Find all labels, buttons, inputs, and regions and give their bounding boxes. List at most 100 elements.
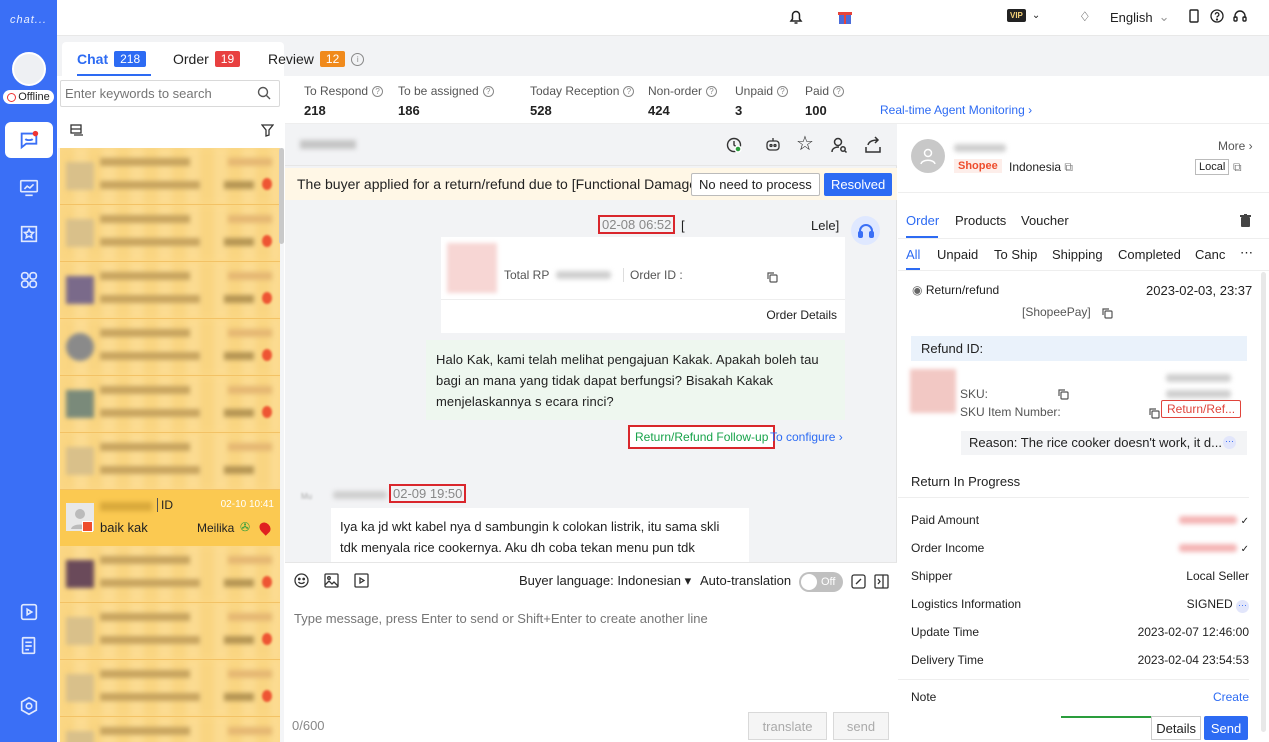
tab-order[interactable]: Order <box>906 213 939 228</box>
nav-chat-icon[interactable] <box>4 122 53 158</box>
return-tag[interactable]: Return/Ref... <box>1161 400 1242 418</box>
footer-strip <box>1061 716 1151 718</box>
vip-dropdown[interactable]: VIP ⌄ <box>1007 9 1040 22</box>
location-icon[interactable]: ♢ <box>1079 9 1091 25</box>
stat-non-order[interactable]: Non-order? 424 <box>648 84 718 118</box>
chat-list-scrollbar[interactable] <box>279 148 284 244</box>
language-dropdown[interactable]: English ⌄ <box>1110 9 1170 25</box>
stat-today-reception[interactable]: Today Reception? 528 <box>530 84 635 118</box>
nav-monitor-icon[interactable] <box>5 170 53 206</box>
nav-apps-icon[interactable] <box>5 262 53 298</box>
nav-settings-icon[interactable] <box>5 688 53 724</box>
filter-icon[interactable] <box>261 124 274 137</box>
nav-media-icon[interactable] <box>5 594 53 630</box>
timestamp-text: 02-08 06:52 <box>602 217 672 232</box>
tab-review[interactable]: Review 12 i <box>268 51 365 67</box>
configure-link[interactable]: To configure › <box>770 430 843 444</box>
chat-time: 02-10 10:41 <box>220 499 274 510</box>
user-search-icon[interactable] <box>830 136 848 157</box>
search-input[interactable] <box>60 80 280 107</box>
order-tab-shipping[interactable]: Shipping <box>1052 247 1103 262</box>
translate-button[interactable]: translate <box>748 712 827 740</box>
stat-to-respond[interactable]: To Respond? 218 <box>304 84 384 118</box>
list-item[interactable] <box>60 319 280 376</box>
order-card[interactable]: Total RP Order ID : Order Details <box>441 237 845 333</box>
check-icon: ✇ <box>240 520 251 534</box>
list-item[interactable] <box>60 148 280 205</box>
list-item[interactable] <box>60 205 280 262</box>
panel-toggle-icon[interactable] <box>874 574 889 592</box>
tab-order[interactable]: Order 19 <box>173 51 241 67</box>
auto-translation-toggle[interactable]: Off <box>799 572 843 592</box>
copy-icon[interactable] <box>1149 407 1160 422</box>
stat-paid[interactable]: Paid? 100 <box>805 84 845 118</box>
copy-icon[interactable] <box>1102 307 1113 322</box>
buyer-language-select[interactable]: Buyer language: Indonesian ▾ <box>519 573 691 589</box>
transfer-icon[interactable] <box>725 136 743 157</box>
followup-tag[interactable]: Return/Refund Follow-up <box>628 425 776 449</box>
monitoring-link-label: Real-time Agent Monitoring <box>880 103 1025 117</box>
stat-label: Paid <box>805 84 830 98</box>
no-need-to-process-button[interactable]: No need to process <box>691 173 820 196</box>
create-link[interactable]: Create <box>1213 690 1249 704</box>
status-toggle[interactable]: Offline <box>3 90 54 104</box>
order-tab-unpaid[interactable]: Unpaid <box>937 247 978 262</box>
list-item[interactable] <box>60 546 280 603</box>
more-icon[interactable]: ⋯ <box>1236 600 1249 613</box>
send-button[interactable]: send <box>833 712 889 740</box>
tab-products[interactable]: Products <box>955 213 1006 228</box>
stat-unpaid[interactable]: Unpaid? 3 <box>735 84 789 118</box>
share-icon[interactable] <box>864 136 882 157</box>
message-input[interactable] <box>294 611 888 701</box>
nav-notes-icon[interactable] <box>5 628 53 664</box>
star-icon[interactable]: ☆ <box>796 134 814 154</box>
stat-to-be-assigned[interactable]: To be assigned? 186 <box>398 84 494 118</box>
list-item[interactable] <box>60 262 280 319</box>
tab-voucher[interactable]: Voucher <box>1021 213 1069 228</box>
list-item[interactable] <box>60 717 280 742</box>
order-income-row: Order Income ✓ <box>911 541 1249 555</box>
send-order-button[interactable]: Send <box>1204 716 1248 740</box>
copy-icon[interactable] <box>767 271 778 286</box>
edit-icon[interactable] <box>851 574 866 592</box>
order-tab-cancelled[interactable]: Canc <box>1195 247 1227 262</box>
bell-icon[interactable] <box>789 9 803 25</box>
order-tab-completed[interactable]: Completed <box>1118 247 1181 262</box>
help-icon[interactable] <box>1210 9 1224 23</box>
trash-icon[interactable] <box>1240 214 1251 230</box>
order-tab-all[interactable]: All <box>906 247 920 262</box>
emoji-icon[interactable] <box>294 573 309 591</box>
card-details-link[interactable]: Order Details <box>766 308 837 322</box>
copy-icon[interactable] <box>1058 388 1069 403</box>
monitoring-link[interactable]: Real-time Agent Monitoring › <box>880 103 1032 117</box>
video-icon[interactable] <box>354 573 369 591</box>
search-icon[interactable] <box>257 86 271 100</box>
customer-country[interactable]: Indonesia ⧉ <box>1009 160 1073 175</box>
more-tabs-icon[interactable]: ⋯ <box>1240 245 1253 261</box>
right-scrollbar[interactable] <box>1261 272 1266 732</box>
nav-star-icon[interactable] <box>5 216 53 252</box>
resolved-button[interactable]: Resolved <box>824 173 893 196</box>
image-icon[interactable] <box>324 573 339 591</box>
tab-chat[interactable]: Chat 218 <box>77 51 147 67</box>
details-button[interactable]: Details <box>1151 716 1201 740</box>
list-view-icon[interactable] <box>70 124 84 137</box>
headset-icon[interactable] <box>1233 9 1247 23</box>
order-tab-to-ship[interactable]: To Ship <box>994 247 1037 262</box>
caret-down-icon: ▾ <box>684 573 692 588</box>
gift-icon[interactable] <box>837 9 853 25</box>
more-link[interactable]: More › <box>1218 139 1253 153</box>
list-item[interactable] <box>60 603 280 660</box>
phone-icon[interactable] <box>1189 9 1199 23</box>
blurred-amount <box>556 271 611 279</box>
agent-avatar[interactable] <box>11 52 46 86</box>
external-link-icon[interactable]: ⧉ <box>1233 160 1242 175</box>
chevron-right-icon: › <box>1028 103 1033 117</box>
list-item[interactable] <box>60 433 280 490</box>
list-item[interactable] <box>60 376 280 433</box>
message-timestamp: 02-08 06:52 <box>598 215 676 234</box>
list-item[interactable] <box>60 660 280 717</box>
more-icon[interactable]: ⋯ <box>1223 436 1236 449</box>
robot-icon[interactable] <box>764 136 782 157</box>
list-item-selected[interactable]: ID 02-10 10:41 baik kak Meilika ✇ <box>60 490 280 546</box>
